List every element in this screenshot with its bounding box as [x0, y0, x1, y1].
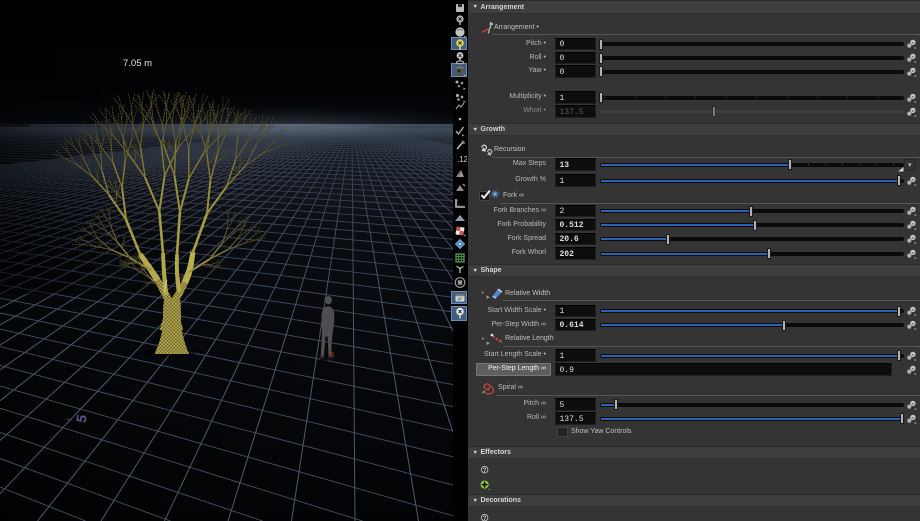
- svg-text:?: ?: [483, 516, 487, 521]
- svg-text:?: ?: [483, 468, 487, 474]
